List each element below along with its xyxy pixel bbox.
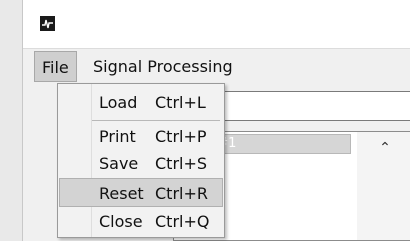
app-icon <box>40 16 55 31</box>
menu-item-load[interactable]: Load Ctrl+L <box>59 88 223 117</box>
file-dropdown-menu: Load Ctrl+L Print Ctrl+P Save Ctrl+S Res… <box>57 83 225 238</box>
menu-item-save[interactable]: Save Ctrl+S <box>59 149 223 178</box>
app-window: File Signal Processing bject #1 ⌃ Load C… <box>22 0 410 241</box>
menu-item-label: Save <box>99 154 139 173</box>
menu-file[interactable]: File <box>34 51 77 82</box>
scroll-up-icon[interactable]: ⌃ <box>365 137 405 159</box>
menu-item-shortcut: Ctrl+P <box>155 127 207 146</box>
menu-signal-processing[interactable]: Signal Processing <box>86 51 240 82</box>
menu-item-label: Reset <box>99 184 144 203</box>
menu-item-reset[interactable]: Reset Ctrl+R <box>59 178 223 207</box>
menu-item-close[interactable]: Close Ctrl+Q <box>59 207 223 236</box>
menu-item-label: Print <box>99 127 136 146</box>
menu-item-print[interactable]: Print Ctrl+P <box>59 122 223 151</box>
listbox-scrollbar[interactable]: ⌃ <box>357 132 410 240</box>
menu-item-shortcut: Ctrl+L <box>155 93 206 112</box>
menu-item-shortcut: Ctrl+R <box>155 184 208 203</box>
menu-item-shortcut: Ctrl+Q <box>155 212 210 231</box>
menu-item-label: Close <box>99 212 143 231</box>
menu-item-shortcut: Ctrl+S <box>155 154 208 173</box>
title-bar <box>23 0 410 48</box>
menu-separator <box>92 120 220 121</box>
menu-item-label: Load <box>99 93 138 112</box>
menu-bar: File Signal Processing <box>23 48 410 86</box>
